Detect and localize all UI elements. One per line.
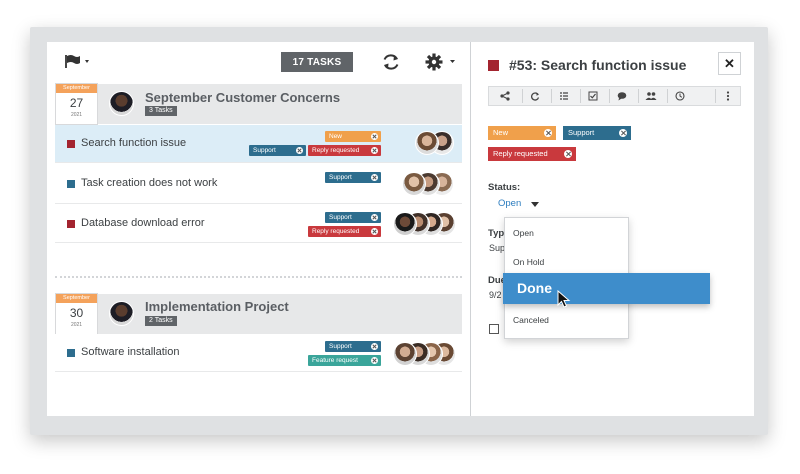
dropdown-option-on-hold[interactable]: On Hold xyxy=(513,257,544,267)
calendar-year: 2021 xyxy=(70,112,83,118)
task-name: Task creation does not work xyxy=(81,177,218,189)
avatar xyxy=(415,131,439,155)
remove-tag-icon[interactable] xyxy=(371,228,378,235)
tag-new[interactable]: New xyxy=(325,131,381,142)
calendar-month: September xyxy=(56,84,97,93)
remove-tag-icon[interactable] xyxy=(371,133,378,140)
group-separator xyxy=(55,276,462,278)
tag-label: Support xyxy=(568,128,595,137)
group-task-count: 2 Tasks xyxy=(145,316,177,326)
remove-tag-icon[interactable] xyxy=(564,150,572,158)
tag-label: Support xyxy=(329,214,352,221)
calendar-month: September xyxy=(56,294,97,303)
mouse-cursor-icon xyxy=(557,290,571,308)
type-value: Sup xyxy=(489,243,506,253)
checklist-icon[interactable] xyxy=(551,89,575,103)
group-task-count: 3 Tasks xyxy=(145,106,177,116)
more-icon[interactable] xyxy=(715,89,739,103)
task-color-marker xyxy=(488,60,499,71)
task-color-marker xyxy=(67,220,75,228)
remove-tag-icon[interactable] xyxy=(371,147,378,154)
tag-support[interactable]: Support xyxy=(325,172,381,183)
close-button[interactable]: ✕ xyxy=(718,52,741,75)
tag-support[interactable]: Support xyxy=(325,212,381,223)
chevron-down-icon xyxy=(85,60,89,63)
calendar-year: 2021 xyxy=(70,322,83,328)
dropdown-option-done[interactable]: Done xyxy=(503,273,710,304)
clock-icon[interactable] xyxy=(667,89,691,103)
refresh-icon[interactable] xyxy=(522,89,546,103)
due-value: 9/2 xyxy=(489,290,502,300)
tag-label: Reply requested xyxy=(312,147,360,154)
detail-tag-new[interactable]: New xyxy=(488,126,556,140)
tag-label: New xyxy=(329,133,343,140)
group-title: September Customer Concerns xyxy=(145,90,341,105)
group-title: Implementation Project xyxy=(145,299,289,314)
refresh-button[interactable] xyxy=(380,51,402,73)
detail-tag-support[interactable]: Support xyxy=(563,126,631,140)
remove-tag-icon[interactable] xyxy=(371,214,378,221)
task-row[interactable]: Task creation does not work xyxy=(55,165,462,204)
remove-tag-icon[interactable] xyxy=(296,147,303,154)
tag-label: Support xyxy=(253,147,276,154)
checkbox[interactable] xyxy=(489,324,499,334)
avatar xyxy=(109,301,134,326)
gear-icon xyxy=(425,53,455,71)
task-color-marker xyxy=(67,180,75,188)
tag-support[interactable]: Support xyxy=(249,145,306,156)
task-color-marker xyxy=(67,140,75,148)
tag-label: Support xyxy=(329,343,352,350)
status-dropdown[interactable]: Open xyxy=(498,198,521,209)
remove-tag-icon[interactable] xyxy=(371,357,378,364)
task-detail-title: #53: Search function issue xyxy=(509,57,687,73)
tag-support[interactable]: Support xyxy=(325,341,381,352)
users-icon[interactable] xyxy=(638,89,662,103)
tag-reply-requested[interactable]: Reply requested xyxy=(308,145,381,156)
calendar-day: 27 xyxy=(69,96,84,110)
remove-tag-icon[interactable] xyxy=(544,129,552,137)
remove-tag-icon[interactable] xyxy=(371,174,378,181)
tag-reply-requested[interactable]: Reply requested xyxy=(308,226,381,237)
share-icon[interactable] xyxy=(493,89,517,103)
tasks-count-badge: 17 TASKS xyxy=(281,52,353,72)
task-name: Software installation xyxy=(81,346,180,358)
avatar xyxy=(393,212,417,236)
flag-icon xyxy=(65,55,89,68)
calendar-date: September 30 2021 xyxy=(55,293,98,335)
settings-button[interactable] xyxy=(424,51,458,73)
tag-label: Reply requested xyxy=(493,149,548,158)
flag-filter-button[interactable] xyxy=(63,52,95,72)
tag-label: New xyxy=(493,128,509,137)
dropdown-option-canceled[interactable]: Canceled xyxy=(513,315,549,325)
type-label: Typ xyxy=(488,228,505,239)
chevron-down-icon[interactable] xyxy=(531,202,539,207)
avatar xyxy=(393,342,417,366)
tag-label: Reply requested xyxy=(312,228,360,235)
status-label: Status: xyxy=(488,182,521,193)
calendar-date: September 27 2021 xyxy=(55,83,98,125)
dropdown-option-open[interactable]: Open xyxy=(513,228,534,238)
task-color-marker xyxy=(67,349,75,357)
tag-label: Support xyxy=(329,174,352,181)
avatar xyxy=(109,91,134,116)
task-name: Database download error xyxy=(81,217,205,229)
refresh-icon xyxy=(383,54,399,70)
comment-icon[interactable] xyxy=(609,89,633,103)
remove-tag-icon[interactable] xyxy=(619,129,627,137)
avatar xyxy=(402,172,426,196)
calendar-day: 30 xyxy=(69,306,84,320)
detail-toolbar xyxy=(488,86,741,106)
detail-tag-reply-requested[interactable]: Reply requested xyxy=(488,147,576,161)
tag-label: Feature request xyxy=(312,357,358,364)
checkbox-icon[interactable] xyxy=(580,89,604,103)
task-row[interactable]: Search function issue xyxy=(55,125,462,163)
remove-tag-icon[interactable] xyxy=(371,343,378,350)
close-icon: ✕ xyxy=(724,55,735,71)
tag-feature-request[interactable]: Feature request xyxy=(308,355,381,366)
task-name: Search function issue xyxy=(81,137,187,149)
